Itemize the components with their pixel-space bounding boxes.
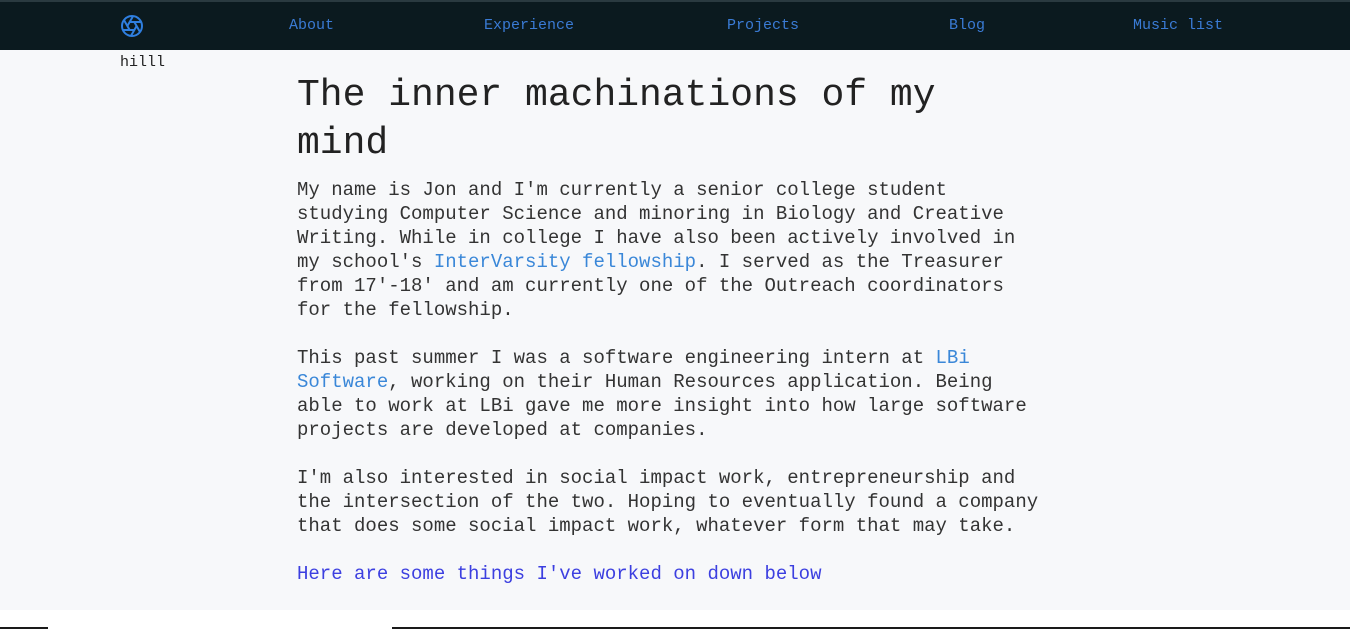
- nav-link-blog[interactable]: Blog: [949, 17, 985, 34]
- page: About Experience Projects Blog Music lis…: [0, 0, 1350, 629]
- nav-link-experience[interactable]: Experience: [484, 17, 574, 34]
- internship-paragraph: This past summer I was a software engine…: [297, 346, 1047, 442]
- intro-paragraph: My name is Jon and I'm currently a senio…: [297, 178, 1047, 322]
- page-title: The inner machinations of my mind: [297, 74, 936, 165]
- aperture-icon[interactable]: [120, 14, 144, 38]
- interests-paragraph: I'm also interested in social impact wor…: [297, 467, 1039, 537]
- nav-link-about[interactable]: About: [289, 17, 334, 34]
- internship-text-after: , working on their Human Resources appli…: [297, 371, 1027, 441]
- top-navbar: About Experience Projects Blog Music lis…: [0, 0, 1350, 50]
- main-content: The inner machinations of my mind My nam…: [297, 72, 1047, 586]
- intervarsity-link[interactable]: InterVarsity fellowship: [434, 251, 696, 273]
- side-note-text: hilll: [120, 54, 166, 71]
- nav-link-music-list[interactable]: Music list: [1133, 17, 1223, 34]
- internship-text-before: This past summer I was a software engine…: [297, 347, 936, 369]
- projects-below-link[interactable]: Here are some things I've worked on down…: [297, 563, 822, 585]
- nav-link-projects[interactable]: Projects: [727, 17, 799, 34]
